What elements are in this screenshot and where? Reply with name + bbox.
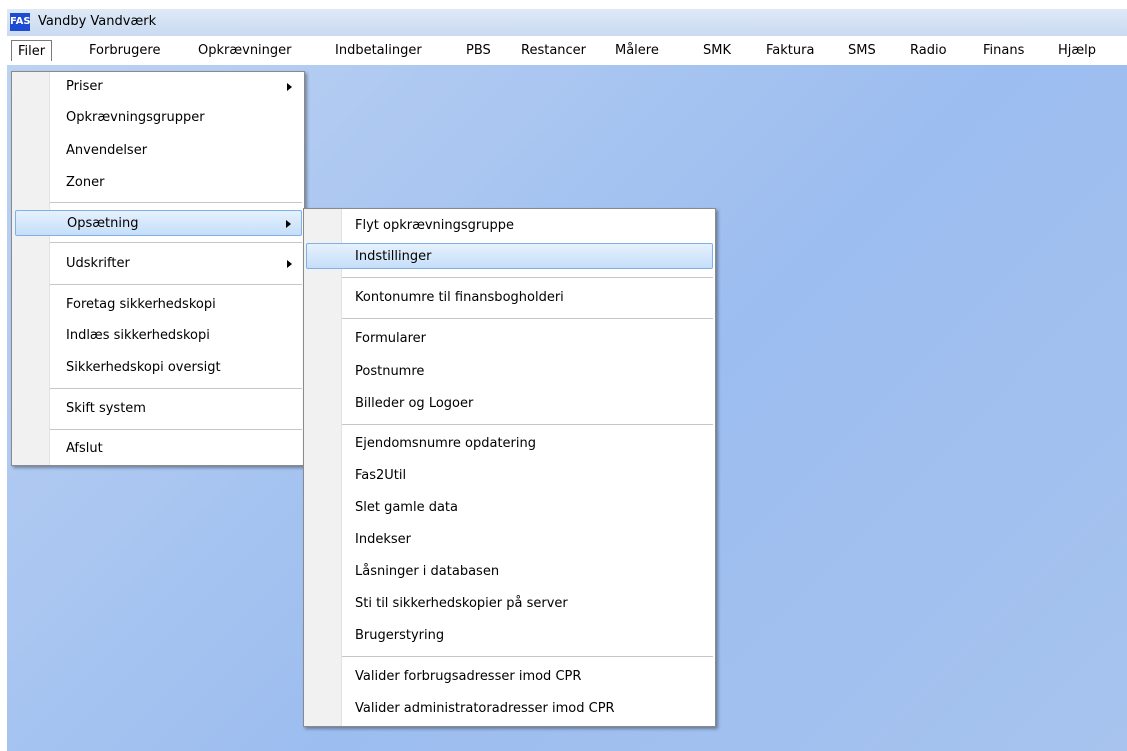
menu-separator (50, 429, 302, 433)
menu-item-label: Fas2Util (355, 468, 407, 483)
menu-separator (342, 318, 713, 322)
menu-hjaelp[interactable]: Hjælp (1052, 40, 1102, 61)
menu-item-zoner[interactable]: Zoner (14, 170, 302, 196)
menu-item-indekser[interactable]: Indekser (306, 527, 713, 553)
menu-item-label: Postnumre (355, 364, 425, 379)
menu-item-label: Foretag sikkerhedskopi (66, 297, 216, 312)
menu-finans[interactable]: Finans (977, 40, 1030, 61)
menu-item-label: Afslut (66, 441, 103, 456)
menu-item-label: Skift system (66, 401, 146, 416)
menu-item-afslut[interactable]: Afslut (14, 436, 302, 462)
opsaetning-submenu: Flyt opkrævningsgruppe Indstillinger Kon… (303, 208, 716, 727)
menu-separator (50, 284, 302, 288)
menu-item-skift-system[interactable]: Skift system (14, 396, 302, 422)
menu-item-label: Udskrifter (66, 256, 130, 271)
menu-item-postnumre[interactable]: Postnumre (306, 359, 713, 385)
menu-item-label: Indekser (355, 532, 411, 547)
menu-item-opkraevningsgrupper[interactable]: Opkrævningsgrupper (14, 105, 302, 131)
menu-separator (50, 202, 302, 206)
submenu-arrow-icon (287, 260, 292, 268)
menu-indbetalinger[interactable]: Indbetalinger (329, 40, 428, 61)
menu-item-ejendomsnumre-opdatering[interactable]: Ejendomsnumre opdatering (306, 431, 713, 457)
submenu-arrow-icon (286, 220, 291, 228)
menu-item-label: Opsætning (67, 216, 139, 231)
menu-item-label: Opkrævningsgrupper (66, 110, 205, 125)
menu-item-sikkerhedskopi-oversigt[interactable]: Sikkerhedskopi oversigt (14, 355, 302, 381)
menu-item-label: Sikkerhedskopi oversigt (66, 360, 221, 375)
menu-item-label: Zoner (66, 175, 105, 190)
menu-separator (50, 242, 302, 246)
menu-item-label: Sti til sikkerhedskopier på server (355, 596, 568, 611)
menu-item-label: Priser (66, 79, 103, 94)
menu-restancer[interactable]: Restancer (515, 40, 592, 61)
menu-item-kontonumre[interactable]: Kontonumre til finansbogholderi (306, 285, 713, 311)
menu-item-billeder-og-logoer[interactable]: Billeder og Logoer (306, 391, 713, 417)
menu-item-valider-forbrugsadresser[interactable]: Valider forbrugsadresser imod CPR (306, 664, 713, 690)
menu-item-laasninger[interactable]: Låsninger i databasen (306, 559, 713, 585)
menu-item-label: Ejendomsnumre opdatering (355, 436, 537, 451)
window-title: Vandby Vandværk (38, 14, 157, 29)
menu-item-slet-gamle-data[interactable]: Slet gamle data (306, 495, 713, 521)
menu-item-label: Formularer (355, 331, 426, 346)
menu-item-label: Anvendelser (66, 143, 148, 158)
submenu-arrow-icon (287, 83, 292, 91)
filer-dropdown: Priser Opkrævningsgrupper Anvendelser Zo… (11, 71, 305, 466)
menu-item-sti-til-sikkerhedskopier[interactable]: Sti til sikkerhedskopier på server (306, 591, 713, 617)
menu-forbrugere[interactable]: Forbrugere (83, 40, 166, 61)
menu-item-label: Valider forbrugsadresser imod CPR (355, 669, 582, 684)
menu-item-fas2util[interactable]: Fas2Util (306, 463, 713, 489)
menu-item-label: Låsninger i databasen (355, 564, 500, 579)
menu-item-label: Flyt opkrævningsgruppe (355, 218, 515, 233)
menu-sms[interactable]: SMS (842, 40, 882, 61)
menu-filer[interactable]: Filer (11, 40, 53, 61)
menu-smk[interactable]: SMK (697, 40, 737, 61)
menu-separator (342, 656, 713, 660)
menu-separator (50, 388, 302, 392)
menu-item-foretag-sikkerhedskopi[interactable]: Foretag sikkerhedskopi (14, 292, 302, 318)
menu-item-label: Brugerstyring (355, 628, 445, 643)
menu-faktura[interactable]: Faktura (760, 40, 820, 61)
menu-item-brugerstyring[interactable]: Brugerstyring (306, 623, 713, 649)
menu-item-label: Valider administratoradresser imod CPR (355, 701, 615, 716)
menu-item-valider-administratoradresser[interactable]: Valider administratoradresser imod CPR (306, 696, 713, 722)
menu-item-formularer[interactable]: Formularer (306, 326, 713, 352)
menu-separator (342, 424, 713, 428)
menu-item-label: Billeder og Logoer (355, 396, 474, 411)
menu-item-label: Slet gamle data (355, 500, 458, 515)
menu-maalere[interactable]: Målere (609, 40, 665, 61)
menu-pbs[interactable]: PBS (460, 40, 497, 61)
title-bar: FAS Vandby Vandværk (7, 9, 1127, 36)
menu-radio[interactable]: Radio (904, 40, 953, 61)
menu-item-anvendelser[interactable]: Anvendelser (14, 138, 302, 164)
menu-opkraevninger[interactable]: Opkrævninger (192, 40, 298, 61)
menu-item-label: Indlæs sikkerhedskopi (66, 328, 210, 343)
menu-bar: Filer Forbrugere Opkrævninger Indbetalin… (7, 36, 1127, 65)
menu-item-indlaes-sikkerhedskopi[interactable]: Indlæs sikkerhedskopi (14, 323, 302, 349)
menu-item-priser[interactable]: Priser (14, 74, 302, 100)
menu-item-label: Kontonumre til finansbogholderi (355, 290, 564, 305)
menu-item-indstillinger[interactable]: Indstillinger (306, 243, 713, 269)
app-icon: FAS (10, 13, 31, 31)
menu-item-flyt-opkraevningsgruppe[interactable]: Flyt opkrævningsgruppe (306, 213, 713, 239)
menu-separator (342, 277, 713, 281)
menu-item-label: Indstillinger (355, 249, 432, 264)
menu-item-opsaetning[interactable]: Opsætning (15, 210, 302, 236)
menu-item-udskrifter[interactable]: Udskrifter (14, 251, 302, 277)
